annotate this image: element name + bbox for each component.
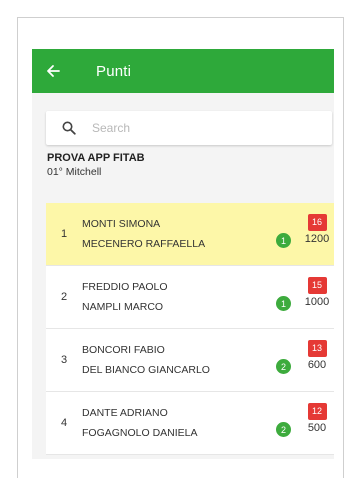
- score-block: 15 1000: [302, 275, 332, 308]
- arrow-left-icon: [47, 65, 60, 77]
- ranking-list: 1 MONTI SIMONA MECENERO RAFFAELLA 1 16 1…: [46, 203, 334, 455]
- row-rank: 1: [60, 228, 68, 240]
- red-score-badge: 16: [307, 214, 327, 231]
- green-count-badge: 2: [276, 422, 291, 437]
- ranking-row[interactable]: 4 DANTE ADRIANO FOGAGNOLO DANIELA 2 12 5…: [46, 392, 334, 455]
- points-value: 600: [307, 359, 327, 371]
- event-info: PROVA APP FITAB 01° Mitchell: [47, 152, 334, 178]
- page-title: Punti: [96, 62, 132, 80]
- row-rank: 3: [60, 354, 68, 366]
- player1-name: MONTI SIMONA: [82, 218, 161, 230]
- score-block: 16 1200: [302, 212, 332, 245]
- player1-name: BONCORI FABIO: [82, 344, 165, 356]
- back-button[interactable]: [46, 49, 74, 93]
- green-count-badge: 2: [276, 359, 291, 374]
- score-block: 13 600: [302, 338, 332, 371]
- score-block: 12 500: [302, 401, 332, 434]
- row-players: DANTE ADRIANO FOGAGNOLO DANIELA: [82, 403, 334, 443]
- points-value: 1200: [304, 233, 330, 245]
- points-value: 1000: [304, 296, 330, 308]
- ranking-row[interactable]: 2 FREDDIO PAOLO NAMPLI MARCO 1 15 1000: [46, 266, 334, 329]
- search-input[interactable]: [90, 120, 314, 136]
- row-players: BONCORI FABIO DEL BIANCO GIANCARLO: [82, 340, 334, 380]
- red-score-badge: 13: [307, 340, 327, 357]
- player2-name: FOGAGNOLO DANIELA: [82, 427, 198, 439]
- green-count-badge: 1: [276, 296, 291, 311]
- row-rank: 2: [60, 291, 68, 303]
- ranking-row[interactable]: 3 BONCORI FABIO DEL BIANCO GIANCARLO 2 1…: [46, 329, 334, 392]
- row-players: FREDDIO PAOLO NAMPLI MARCO: [82, 277, 334, 317]
- event-title: PROVA APP FITAB: [47, 152, 145, 164]
- red-score-badge: 15: [307, 277, 327, 294]
- player2-name: NAMPLI MARCO: [82, 301, 164, 313]
- points-value: 500: [307, 422, 327, 434]
- search-bar[interactable]: [46, 111, 332, 145]
- player1-name: FREDDIO PAOLO: [82, 281, 168, 293]
- row-players: MONTI SIMONA MECENERO RAFFAELLA: [82, 214, 334, 254]
- ranking-row[interactable]: 1 MONTI SIMONA MECENERO RAFFAELLA 1 16 1…: [46, 203, 334, 266]
- player2-name: DEL BIANCO GIANCARLO: [82, 364, 210, 376]
- red-score-badge: 12: [307, 403, 327, 420]
- app-bar: Punti: [32, 49, 334, 93]
- search-icon: [62, 121, 76, 135]
- green-count-badge: 1: [276, 233, 291, 248]
- event-subtitle: 01° Mitchell: [47, 166, 102, 178]
- player1-name: DANTE ADRIANO: [82, 407, 168, 419]
- row-rank: 4: [60, 417, 68, 429]
- player2-name: MECENERO RAFFAELLA: [82, 238, 206, 250]
